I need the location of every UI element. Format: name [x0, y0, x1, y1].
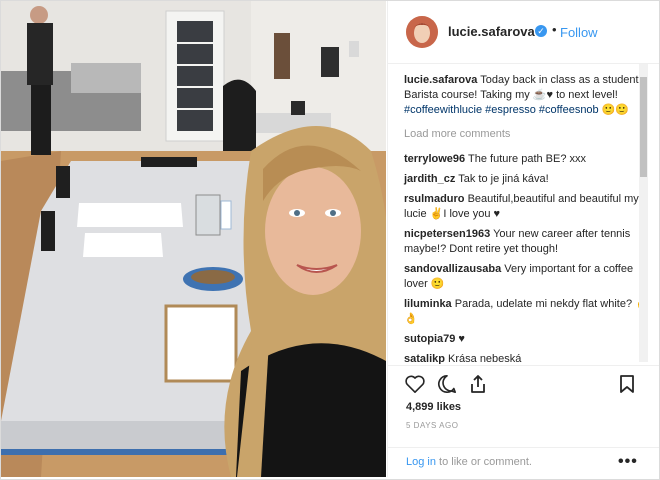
comment-username[interactable]: liluminka	[404, 298, 452, 310]
share-icon[interactable]	[468, 374, 488, 394]
comment-item: liluminka Parada, udelate mi nekdy flat …	[404, 297, 652, 327]
comments-list[interactable]: lucie.safarova Today back in class as a …	[388, 64, 652, 364]
comment-item: sandovallizausaba Very important for a c…	[404, 262, 652, 292]
comments-scrollbar-thumb[interactable]	[640, 77, 647, 177]
comment-icon[interactable]	[436, 374, 456, 394]
comment-text: Krása nebeská	[444, 353, 522, 364]
comment-item: rsulmaduro Beautiful,beautiful and beaut…	[404, 192, 652, 222]
comment-item: jardith_cz Tak to je jiná káva!	[404, 172, 652, 187]
comment-text: The future path BE? xxx	[465, 153, 587, 165]
likes-count[interactable]: 4,899 likes	[406, 401, 461, 413]
comment-item: sutopia79 ♥	[404, 332, 652, 347]
bookmark-icon[interactable]	[618, 374, 638, 394]
heart-icon[interactable]	[404, 374, 425, 394]
more-options-icon[interactable]: •••	[618, 453, 638, 471]
post-header: lucie.safarova ✓ • Follow	[388, 1, 659, 64]
header-separator: •	[552, 22, 557, 37]
comment-username[interactable]: jardith_cz	[404, 173, 455, 185]
post-timestamp[interactable]: 5 DAYS AGO	[406, 421, 458, 430]
post-details-panel: lucie.safarova ✓ • Follow lucie.safarova…	[387, 1, 659, 477]
load-more-comments[interactable]: Load more comments	[404, 127, 652, 142]
comment-item: terrylowe96 The future path BE? xxx	[404, 152, 652, 167]
comment-username[interactable]: satalikp	[404, 353, 445, 364]
post-footer: Log in to like or comment. •••	[388, 447, 659, 478]
follow-button[interactable]: Follow	[560, 25, 598, 40]
header-username[interactable]: lucie.safarova	[448, 24, 535, 39]
comment-username[interactable]: sandovallizausaba	[404, 263, 501, 275]
caption-username[interactable]: lucie.safarova	[404, 74, 477, 86]
caption-hashtags[interactable]: #coffeewithlucie #espresso #coffeesnob	[404, 104, 599, 116]
login-link[interactable]: Log in	[406, 456, 436, 468]
comment-item: nicpetersen1963 Your new career after te…	[404, 227, 652, 257]
caption-tail: 🙂🙂	[598, 104, 630, 116]
comment-text: ♥	[455, 333, 465, 345]
comment-username[interactable]: sutopia79	[404, 333, 455, 345]
post-caption: lucie.safarova Today back in class as a …	[404, 73, 652, 118]
verified-badge-icon: ✓	[535, 25, 547, 37]
post-photo[interactable]	[1, 1, 386, 477]
comment-text: Tak to je jiná káva!	[455, 173, 549, 185]
comment-item: satalikp Krása nebeská	[404, 352, 652, 364]
avatar[interactable]	[406, 16, 438, 48]
login-prompt-text: to like or comment.	[435, 456, 532, 468]
comment-username[interactable]: terrylowe96	[404, 153, 465, 165]
comment-username[interactable]: nicpetersen1963	[404, 228, 490, 240]
login-prompt: Log in to like or comment.	[406, 456, 532, 468]
comment-username[interactable]: rsulmaduro	[404, 193, 465, 205]
